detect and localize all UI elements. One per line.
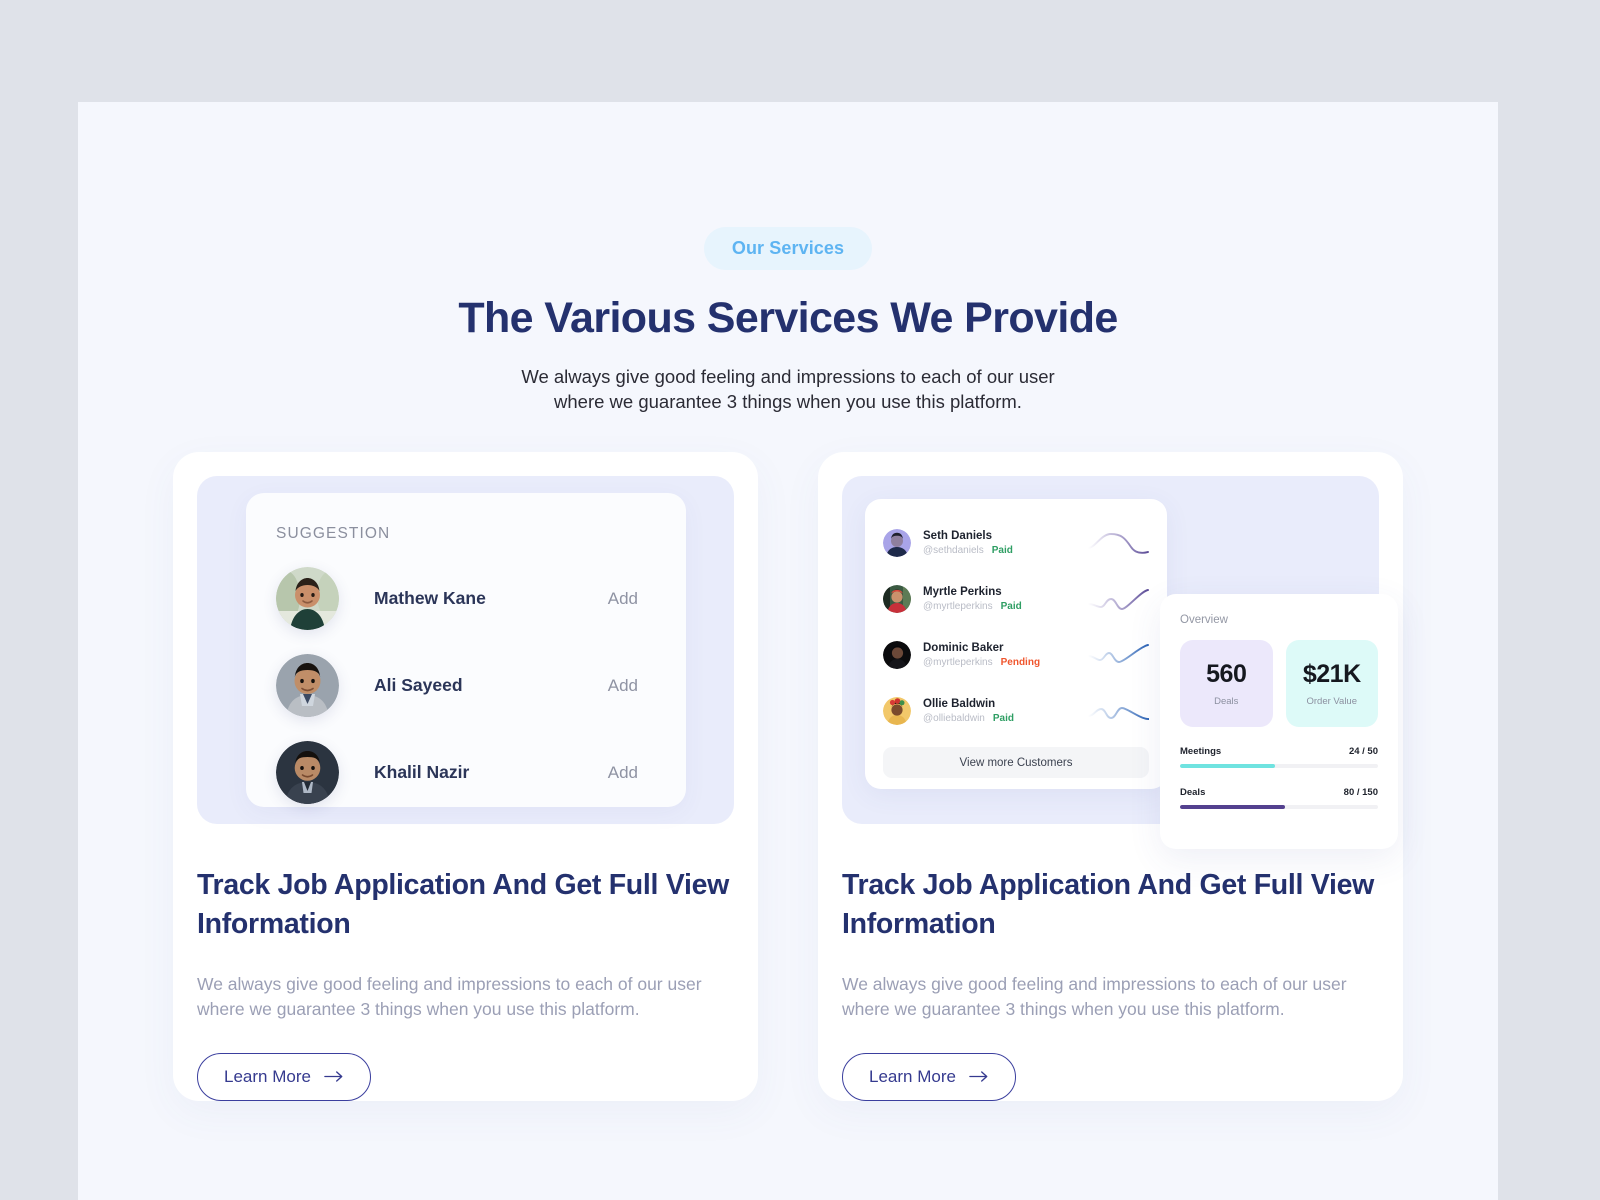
table-row[interactable]: Dominic Baker @myrtleperkins Pending [883,627,1149,683]
card-description: We always give good feeling and impressi… [197,973,702,1020]
card-content-right: Track Job Application And Get Full View … [842,824,1379,1101]
sparkline-chart [1087,589,1149,610]
customer-name: Dominic Baker [923,642,1004,654]
sparkline-chart [1087,644,1149,663]
customer-name: Myrtle Perkins [923,586,1002,598]
card-content-left: Track Job Application And Get Full View … [197,824,734,1101]
suggestion-mockup: SUGGESTION Mathew Kane Add Ali Sayeed Ad… [197,476,734,824]
avatar [276,741,339,804]
suggestion-name: Mathew Kane [374,588,486,608]
subtitle-line-2: where we guarantee 3 things when you use… [554,390,1022,412]
progress-value: 80 / 150 [1343,787,1378,798]
overview-stat-tiles: 560 Deals $21K Order Value [1180,640,1378,727]
service-card-left: SUGGESTION Mathew Kane Add Ali Sayeed Ad… [173,452,758,1101]
customer-meta: @myrtleperkins Paid [923,601,1087,612]
stat-label: Order Value [1306,696,1357,707]
progress-header: Deals 80 / 150 [1180,787,1378,798]
avatar [883,585,911,613]
customer-info: Dominic Baker @myrtleperkins Pending [923,642,1087,668]
suggestion-name: Ali Sayeed [374,675,463,695]
suggestion-name: Khalil Nazir [374,762,470,782]
page-subtitle: We always give good feeling and impressi… [78,365,1498,414]
table-row[interactable]: Seth Daniels @sethdaniels Paid [883,515,1149,571]
list-item[interactable]: Mathew Kane Add [276,567,656,630]
arrow-right-icon [324,1071,343,1082]
card-title: Track Job Application And Get Full View … [197,869,729,940]
sparkline-chart [1087,707,1149,720]
progress-fill [1180,764,1276,768]
arrow-right-icon [969,1071,988,1082]
stat-value: 560 [1206,660,1247,688]
dashboard-mockup: Seth Daniels @sethdaniels Paid Myrtle Pe… [842,476,1398,849]
view-more-customers-button[interactable]: View more Customers [883,747,1149,778]
progress-fill [1180,805,1285,809]
service-card-right: Seth Daniels @sethdaniels Paid Myrtle Pe… [818,452,1403,1101]
customer-info: Seth Daniels @sethdaniels Paid [923,530,1087,556]
table-row[interactable]: Ollie Baldwin @olliebaldwin Paid [883,683,1149,739]
customers-panel: Seth Daniels @sethdaniels Paid Myrtle Pe… [865,499,1167,789]
status-badge: Paid [991,545,1013,556]
section-badge: Our Services [703,227,873,270]
customer-handle: @myrtleperkins [923,657,993,668]
progress-track [1180,764,1378,768]
avatar [883,641,911,669]
stat-value: $21K [1302,660,1361,688]
customer-info: Ollie Baldwin @olliebaldwin Paid [923,698,1087,724]
suggestion-heading: SUGGESTION [276,525,391,542]
customer-handle: @myrtleperkins [923,601,993,612]
status-badge: Paid [992,713,1014,724]
section-header: Our Services The Various Services We Pro… [78,102,1498,414]
subtitle-line-1: We always give good feeling and impressi… [521,366,1055,387]
overview-panel: Overview 560 Deals $21K Order Value Meet… [1160,594,1398,849]
learn-more-button[interactable]: Learn More [842,1052,1016,1101]
stat-label: Deals [1214,696,1239,707]
list-item[interactable]: Khalil Nazir Add [276,741,656,804]
learn-more-label: Learn More [224,1066,311,1086]
customer-handle: @sethdaniels [923,545,984,556]
stat-tile-order-value: $21K Order Value [1285,640,1378,727]
progress-label: Deals [1180,787,1206,798]
customer-name: Ollie Baldwin [923,698,996,710]
suggestion-panel: SUGGESTION Mathew Kane Add Ali Sayeed Ad… [246,493,686,807]
customer-meta: @olliebaldwin Paid [923,713,1087,724]
card-title: Track Job Application And Get Full View … [842,869,1374,940]
status-badge: Paid [1000,601,1022,612]
avatar [883,529,911,557]
learn-more-button[interactable]: Learn More [197,1052,371,1101]
customer-handle: @olliebaldwin [923,713,985,724]
stat-tile-deals: 560 Deals [1180,640,1273,727]
table-row[interactable]: Myrtle Perkins @myrtleperkins Paid [883,571,1149,627]
customer-meta: @sethdaniels Paid [923,545,1087,556]
status-badge: Pending [1000,657,1041,668]
customer-name: Seth Daniels [923,530,993,542]
progress-value: 24 / 50 [1348,746,1378,757]
add-button[interactable]: Add [608,676,638,696]
avatar [276,567,339,630]
progress-deals: Deals 80 / 150 [1180,787,1378,809]
add-button[interactable]: Add [608,589,638,609]
avatar [276,654,339,717]
card-description: We always give good feeling and impressi… [842,973,1347,1020]
learn-more-label: Learn More [869,1066,956,1086]
add-button[interactable]: Add [608,763,638,783]
sparkline-chart [1087,533,1149,554]
overview-label: Overview [1180,614,1228,626]
service-cards-row: SUGGESTION Mathew Kane Add Ali Sayeed Ad… [78,452,1498,1101]
progress-meetings: Meetings 24 / 50 [1180,746,1378,768]
list-item[interactable]: Ali Sayeed Add [276,654,656,717]
progress-label: Meetings [1180,746,1222,757]
page-canvas: Our Services The Various Services We Pro… [78,102,1498,1200]
avatar [883,697,911,725]
progress-header: Meetings 24 / 50 [1180,746,1378,757]
customer-meta: @myrtleperkins Pending [923,657,1087,668]
progress-track [1180,805,1378,809]
customer-info: Myrtle Perkins @myrtleperkins Paid [923,586,1087,612]
page-title: The Various Services We Provide [458,294,1118,342]
